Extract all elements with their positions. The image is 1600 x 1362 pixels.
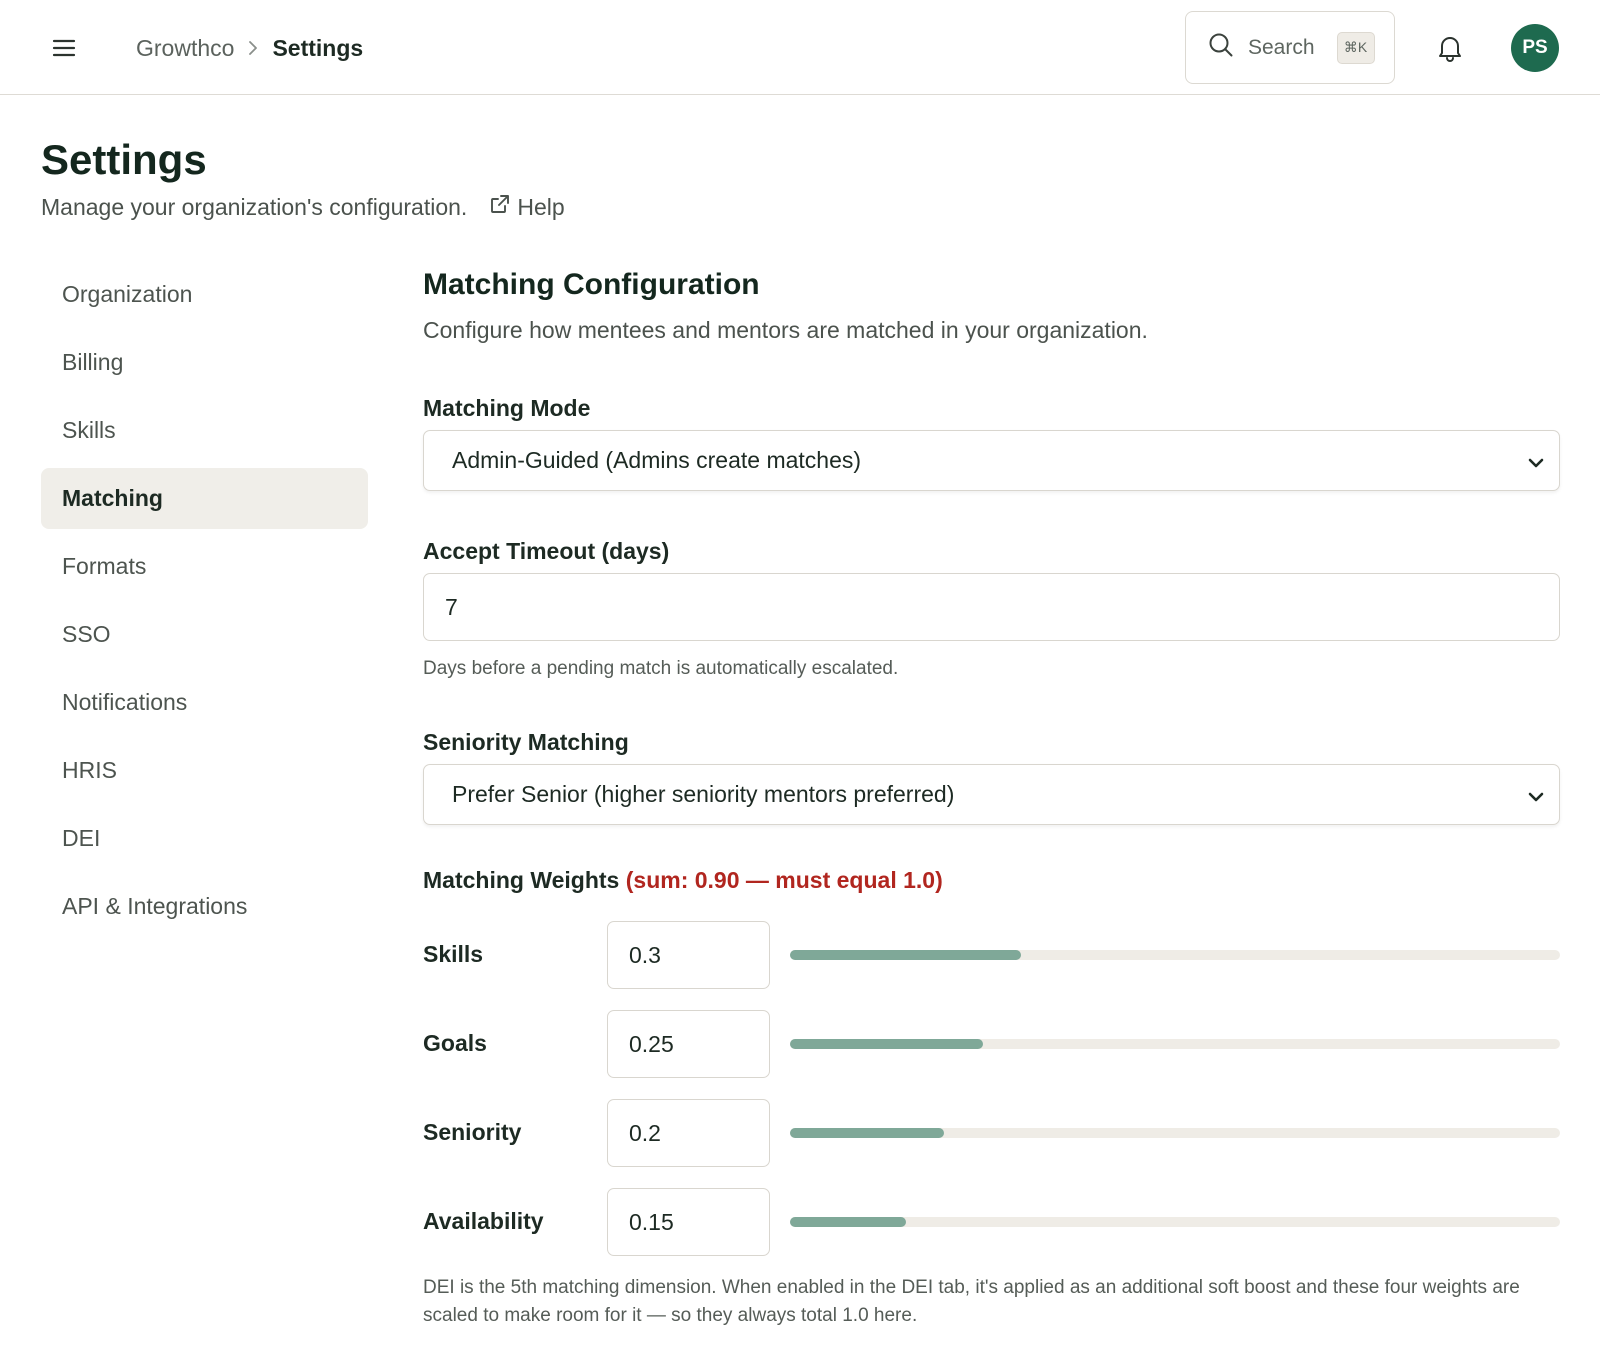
accept-timeout-hint: Days before a pending match is automatic… [423, 658, 899, 679]
seniority-matching-value: Prefer Senior (higher seniority mentors … [452, 781, 955, 807]
chevron-right-icon [248, 40, 258, 56]
sidebar-item-sso[interactable]: SSO [41, 604, 368, 665]
avatar[interactable]: PS [1511, 24, 1559, 72]
sidebar-item-dei[interactable]: DEI [41, 808, 368, 869]
weight-input-availability[interactable]: 0.15 [607, 1188, 770, 1256]
weight-input-goals[interactable]: 0.25 [607, 1010, 770, 1078]
weight-row-goals: Goals 0.25 [423, 1010, 1560, 1078]
matching-weights-label: Matching Weights [423, 867, 620, 893]
breadcrumb-org[interactable]: Growthco [136, 35, 234, 62]
page-title: Settings [41, 136, 207, 183]
section-subtitle: Configure how mentees and mentors are ma… [423, 317, 1148, 343]
settings-sidebar: Organization Billing Skills Matching For… [41, 264, 368, 944]
sidebar-item-formats[interactable]: Formats [41, 536, 368, 597]
external-link-icon [489, 193, 511, 221]
help-link[interactable]: Help [489, 193, 565, 221]
breadcrumb-current: Settings [272, 34, 364, 61]
top-bar: Growthco Settings Search ⌘K PS [0, 0, 1600, 95]
weight-label: Skills [423, 941, 484, 967]
page-subtitle: Manage your organization's configuration… [41, 193, 468, 220]
chevron-down-icon [1527, 451, 1545, 478]
weight-slider-goals[interactable] [790, 1039, 1560, 1049]
matching-mode-value: Admin-Guided (Admins create matches) [452, 447, 862, 473]
matching-mode-select[interactable]: Admin-Guided (Admins create matches) [423, 430, 1560, 491]
accept-timeout-label: Accept Timeout (days) [423, 538, 670, 564]
sidebar-item-matching[interactable]: Matching [41, 468, 368, 529]
matching-weights-title: Matching Weights (sum: 0.90 — must equal… [423, 867, 943, 894]
page-subtitle-row: Manage your organization's configuration… [41, 193, 565, 221]
weight-slider-seniority[interactable] [790, 1128, 1560, 1138]
weight-row-seniority: Seniority 0.2 [423, 1099, 1560, 1167]
search-button[interactable]: Search ⌘K [1185, 11, 1395, 84]
weight-value: 0.2 [629, 1119, 661, 1146]
search-icon [1208, 32, 1234, 63]
sidebar-item-notifications[interactable]: Notifications [41, 672, 368, 733]
chevron-down-icon [1527, 785, 1545, 812]
weights-sum-warning: (sum: 0.90 — must equal 1.0) [625, 867, 943, 893]
sidebar-item-api-integrations[interactable]: API & Integrations [41, 876, 368, 937]
weight-input-seniority[interactable]: 0.2 [607, 1099, 770, 1167]
accept-timeout-value: 7 [445, 593, 458, 620]
sidebar-item-billing[interactable]: Billing [41, 332, 368, 393]
matching-mode-label: Matching Mode [423, 395, 591, 421]
weight-slider-availability[interactable] [790, 1217, 1560, 1227]
help-label: Help [517, 193, 565, 220]
slider-fill [790, 950, 1021, 960]
seniority-matching-select[interactable]: Prefer Senior (higher seniority mentors … [423, 764, 1560, 825]
dei-note: DEI is the 5th matching dimension. When … [423, 1277, 1520, 1326]
weight-row-skills: Skills 0.3 [423, 921, 1560, 989]
weight-value: 0.25 [629, 1030, 674, 1057]
weight-label: Availability [423, 1208, 544, 1234]
slider-fill [790, 1128, 944, 1138]
slider-fill [790, 1039, 983, 1049]
shortcut-badge: ⌘K [1336, 31, 1375, 64]
weight-label: Goals [423, 1030, 487, 1056]
weight-label: Seniority [423, 1119, 522, 1145]
menu-icon[interactable] [44, 28, 84, 68]
bell-icon[interactable] [1430, 28, 1470, 68]
search-label: Search [1248, 35, 1315, 59]
accept-timeout-input[interactable]: 7 [423, 573, 1560, 641]
weight-slider-skills[interactable] [790, 950, 1560, 960]
seniority-matching-label: Seniority Matching [423, 729, 629, 755]
weight-row-availability: Availability 0.15 [423, 1188, 1560, 1256]
weight-input-skills[interactable]: 0.3 [607, 921, 770, 989]
slider-fill [790, 1217, 906, 1227]
weight-value: 0.15 [629, 1208, 674, 1235]
sidebar-item-skills[interactable]: Skills [41, 400, 368, 461]
section-title: Matching Configuration [423, 268, 760, 301]
weight-value: 0.3 [629, 941, 661, 968]
breadcrumb: Growthco Settings [136, 30, 363, 66]
sidebar-item-organization[interactable]: Organization [41, 264, 368, 325]
sidebar-item-hris[interactable]: HRIS [41, 740, 368, 801]
